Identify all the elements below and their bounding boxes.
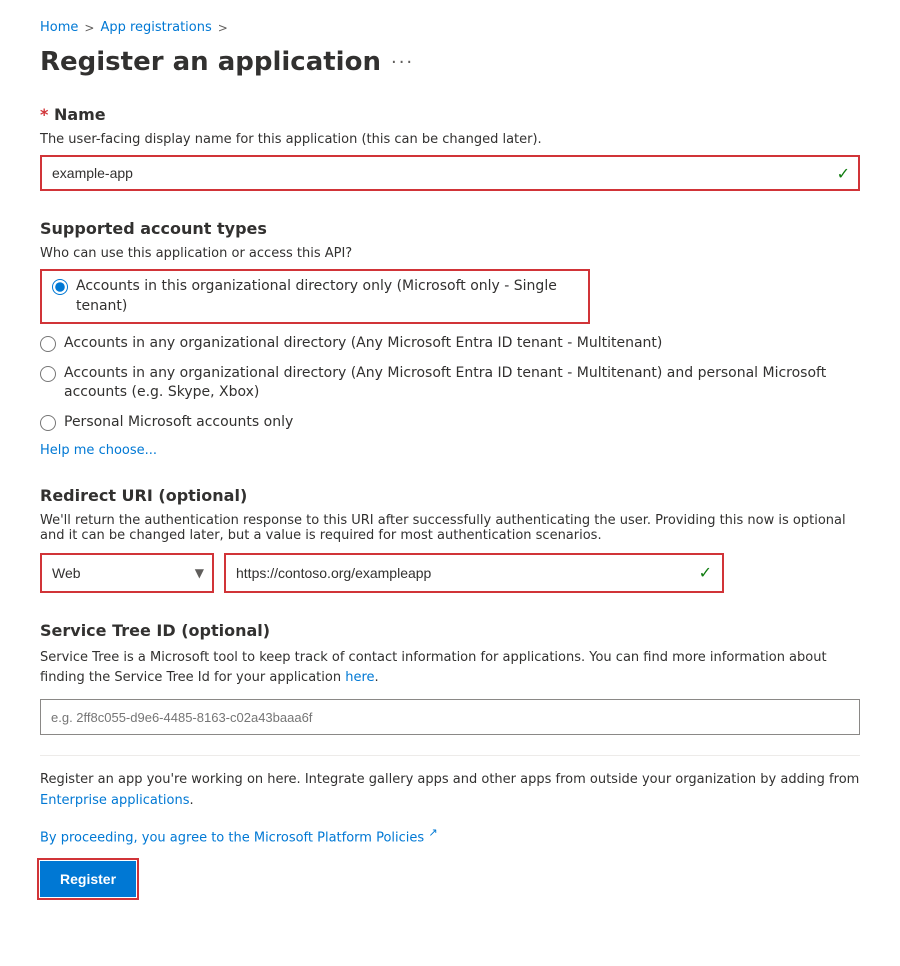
- account-label-1: Accounts in this organizational director…: [76, 277, 578, 316]
- service-tree-section: Service Tree ID (optional) Service Tree …: [40, 621, 860, 736]
- page-header: Register an application ···: [40, 47, 860, 77]
- redirect-uri-input[interactable]: [226, 555, 722, 591]
- account-types-title: Supported account types: [40, 219, 860, 238]
- account-radio-2[interactable]: [40, 336, 56, 352]
- uri-input-wrapper: ✓: [224, 553, 724, 593]
- redirect-uri-title: Redirect URI (optional): [40, 486, 860, 505]
- breadcrumb-sep1: >: [84, 21, 94, 35]
- name-input[interactable]: [40, 155, 860, 191]
- account-option-1[interactable]: Accounts in this organizational director…: [40, 269, 590, 324]
- breadcrumb-app-registrations[interactable]: App registrations: [100, 20, 211, 35]
- breadcrumb: Home > App registrations >: [40, 20, 860, 35]
- service-tree-description: Service Tree is a Microsoft tool to keep…: [40, 648, 860, 690]
- name-description: The user-facing display name for this ap…: [40, 132, 860, 147]
- external-link-icon: ↗: [428, 826, 437, 839]
- breadcrumb-home[interactable]: Home: [40, 20, 78, 35]
- account-option-3[interactable]: Accounts in any organizational directory…: [40, 364, 860, 403]
- account-types-question: Who can use this application or access t…: [40, 246, 860, 261]
- redirect-row: Web SPA Public client/native (mobile & d…: [40, 553, 860, 593]
- name-label: * Name: [40, 105, 860, 124]
- account-radio-3[interactable]: [40, 366, 56, 382]
- account-radio-1[interactable]: [52, 279, 68, 295]
- name-section: * Name The user-facing display name for …: [40, 105, 860, 191]
- name-check-icon: ✓: [837, 164, 850, 183]
- account-option-2[interactable]: Accounts in any organizational directory…: [40, 334, 860, 354]
- account-option-4[interactable]: Personal Microsoft accounts only: [40, 413, 860, 433]
- microsoft-platform-policies-link[interactable]: By proceeding, you agree to the Microsof…: [40, 826, 438, 845]
- name-input-wrapper: ✓: [40, 155, 860, 191]
- bottom-note: Register an app you're working on here. …: [40, 755, 860, 812]
- enterprise-applications-link[interactable]: Enterprise applications: [40, 793, 190, 808]
- service-tree-title: Service Tree ID (optional): [40, 621, 860, 640]
- account-types-section: Supported account types Who can use this…: [40, 219, 860, 458]
- service-tree-here-link[interactable]: here: [345, 670, 374, 685]
- help-me-choose-link[interactable]: Help me choose...: [40, 443, 157, 458]
- redirect-type-select-wrapper: Web SPA Public client/native (mobile & d…: [40, 553, 214, 593]
- redirect-uri-section: Redirect URI (optional) We'll return the…: [40, 486, 860, 593]
- redirect-uri-description: We'll return the authentication response…: [40, 513, 860, 543]
- account-label-4: Personal Microsoft accounts only: [64, 413, 293, 433]
- service-tree-id-input[interactable]: [40, 699, 860, 735]
- page-title: Register an application: [40, 47, 381, 77]
- register-button[interactable]: Register: [40, 861, 136, 897]
- policy-line: By proceeding, you agree to the Microsof…: [40, 826, 860, 845]
- account-label-2: Accounts in any organizational directory…: [64, 334, 662, 354]
- required-star: *: [40, 105, 54, 124]
- account-types-radio-group: Accounts in this organizational director…: [40, 269, 860, 433]
- breadcrumb-sep2: >: [218, 21, 228, 35]
- account-label-3: Accounts in any organizational directory…: [64, 364, 860, 403]
- redirect-type-select[interactable]: Web SPA Public client/native (mobile & d…: [42, 555, 212, 591]
- account-radio-4[interactable]: [40, 415, 56, 431]
- uri-check-icon: ✓: [699, 563, 712, 582]
- more-options-button[interactable]: ···: [391, 52, 414, 73]
